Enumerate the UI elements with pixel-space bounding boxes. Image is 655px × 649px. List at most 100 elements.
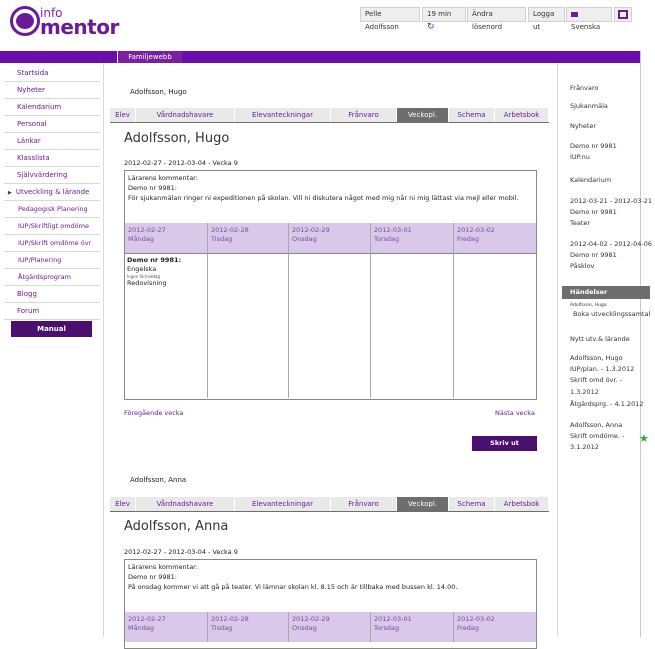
next-week-link[interactable]: Nästa vecka [495,409,535,417]
day-name: Måndag [128,624,154,632]
tab-arbetsbok[interactable]: Arbetsbok [495,497,549,511]
nav-kalendarium[interactable]: Kalendarium [4,99,100,116]
nav-lankar[interactable]: Länkar [4,133,100,150]
day-cell [208,253,289,398]
change-password-button[interactable]: Ändra lösenord [467,7,526,31]
tab-franvaro[interactable]: Frånvaro [331,108,397,122]
print-button[interactable]: Skriv ut [472,436,537,451]
day-name: Onsdag [292,624,317,632]
day-date: 2012-02-27 [128,615,166,623]
day-date: 2012-02-28 [211,226,249,234]
nav-iup-skriftligt[interactable]: IUP/Skriftligt omdöme [4,218,100,235]
day-name: Fredag [457,624,480,632]
nav-startsida[interactable]: Startsida [4,65,100,82]
tab-underline [110,511,549,512]
skrift-omd-ovr-date[interactable]: 1.3.2012 [570,388,655,397]
tab-veckopl[interactable]: Veckopl. [397,108,449,122]
sjukanmala-link[interactable]: Sjukanmäla [570,102,655,111]
week-label: 2012-02-27 - 2012-03-04 - Vecka 9 [124,159,238,167]
teater-link[interactable]: Teater [570,219,655,228]
tab-schema[interactable]: Schema [449,497,495,511]
nav-personal[interactable]: Personal [4,116,100,133]
day-name: Tisdag [211,235,233,243]
day-date: 2012-03-02 [457,226,495,234]
iup-plan-link[interactable]: IUP/plan. - 1.3.2012 [570,365,655,374]
nav-klasslista[interactable]: Klasslista [4,150,100,167]
top-nav-bar [0,51,640,63]
day-header: 2012-02-28 Tisdag [208,612,289,642]
rs-cal2-dates: 2012-04-02 - 2012-04-06 [570,240,653,248]
nav-atgardsprogram[interactable]: Åtgärdsprogram [4,269,100,286]
previous-week-link[interactable]: Föregående vecka [124,409,183,417]
manual-button[interactable]: Manual [11,321,92,337]
logout-button[interactable]: Logga ut [528,7,565,31]
day-date: 2012-03-01 [374,615,412,623]
day-cell-monday: Demo nr 9981: Engelska Ingen förmiddag R… [125,253,208,398]
nav-forum[interactable]: Forum [4,303,100,320]
handelser-student: Adolfsson, Hugo [570,303,607,308]
refresh-icon[interactable]: ↻ [427,22,435,32]
nav-iup-planering[interactable]: IUP/Planering [4,252,100,269]
day-cell [371,253,454,398]
comment-text: För sjukanmälan ringer ni expeditionen p… [128,194,519,202]
left-nav: Startsida Nyheter Kalendarium Personal L… [4,65,100,320]
day-date: 2012-02-29 [292,226,330,234]
user-name[interactable]: Pelle Adolfsson [360,7,420,31]
day-header: 2012-02-27 Måndag [125,223,208,253]
left-divider [103,63,104,637]
rs-nytt-heading: Nytt utv.& lärande [570,335,630,343]
tab-underline [110,122,549,123]
day-cell [454,253,536,398]
right-border [640,51,641,637]
language-select[interactable]: Svenska [566,7,612,31]
tab-elevanteckningar[interactable]: Elevanteckningar [235,497,331,511]
square-toggle-button[interactable] [614,7,632,22]
tab-franvaro[interactable]: Frånvaro [331,497,397,511]
day-name: Torsdag [374,624,400,632]
tab-elevanteckningar[interactable]: Elevanteckningar [235,108,331,122]
tab-elev[interactable]: Elev [110,108,136,122]
nav-utveckling[interactable]: Utveckling & lärande [4,184,100,201]
infomentor-logo[interactable]: info mentor [10,4,119,39]
rs-hugo-name: Adolfsson, Hugo [570,354,623,362]
nav-pedagogisk-planering[interactable]: Pedagogisk Planering [4,201,100,218]
atgardsprg-link[interactable]: Åtgärdsprg. - 4.1.2012 [570,400,655,409]
tab-schema[interactable]: Schema [449,108,495,122]
rs-cal1-dates: 2012-03-21 - 2012-03-21 [570,197,653,205]
session-timer[interactable]: 19 min ↻ [422,7,466,32]
rs-kalendarium-heading: Kalendarium [570,176,612,184]
pasklov-link[interactable]: Påsklov [570,262,655,271]
nav-iup-skrift-ovr[interactable]: IUP/Skrift omdöme övr [4,235,100,252]
language-label: Svenska [571,23,601,31]
nav-blogg[interactable]: Blogg [4,286,100,303]
rs-franvaro-heading: Frånvaro [570,84,599,92]
tab-veckopl[interactable]: Veckopl. [397,497,449,511]
square-icon [618,10,628,19]
flag-icon [571,11,578,17]
student-tabs: Elev Vårdnadshavare Elevanteckningar Frå… [110,108,549,122]
day-header: 2012-03-01 Torsdag [371,223,454,253]
tab-arbetsbok[interactable]: Arbetsbok [495,108,549,122]
tab-vardnadshavare[interactable]: Vårdnadshavare [136,108,235,122]
nav-sjalvvardering[interactable]: Självvärdering [4,167,100,184]
boka-samtal-link[interactable]: Boka utvecklingssamtal [573,310,655,319]
week-plan-box: Lärarens kommentar: Demo nr 9981: För sj… [124,170,537,400]
star-icon: ★ [639,432,649,445]
comment-heading: Lärarens kommentar: [128,174,198,182]
day-header: 2012-03-01 Torsdag [371,612,454,642]
rs-cal1-author: Demo nr 9981 [570,208,617,216]
skrift-omd-ovr-link[interactable]: Skrift omd övr. - [570,376,655,385]
tab-familjewebb[interactable]: Familjewebb [117,51,182,63]
day-name: Onsdag [292,235,317,243]
day-name: Torsdag [374,235,400,243]
logo-icon [10,6,40,36]
day-date: 2012-03-02 [457,615,495,623]
day-date: 2012-03-01 [374,226,412,234]
student-name-title: Adolfsson, Anna [124,519,229,534]
day-header: 2012-02-27 Måndag [125,612,208,642]
week-label: 2012-02-27 - 2012-03-04 - Vecka 9 [124,548,238,556]
tab-vardnadshavare[interactable]: Vårdnadshavare [136,497,235,511]
tab-elev[interactable]: Elev [110,497,136,511]
nav-nyheter[interactable]: Nyheter [4,82,100,99]
iup-news-link[interactable]: IUP.nu [570,153,655,162]
